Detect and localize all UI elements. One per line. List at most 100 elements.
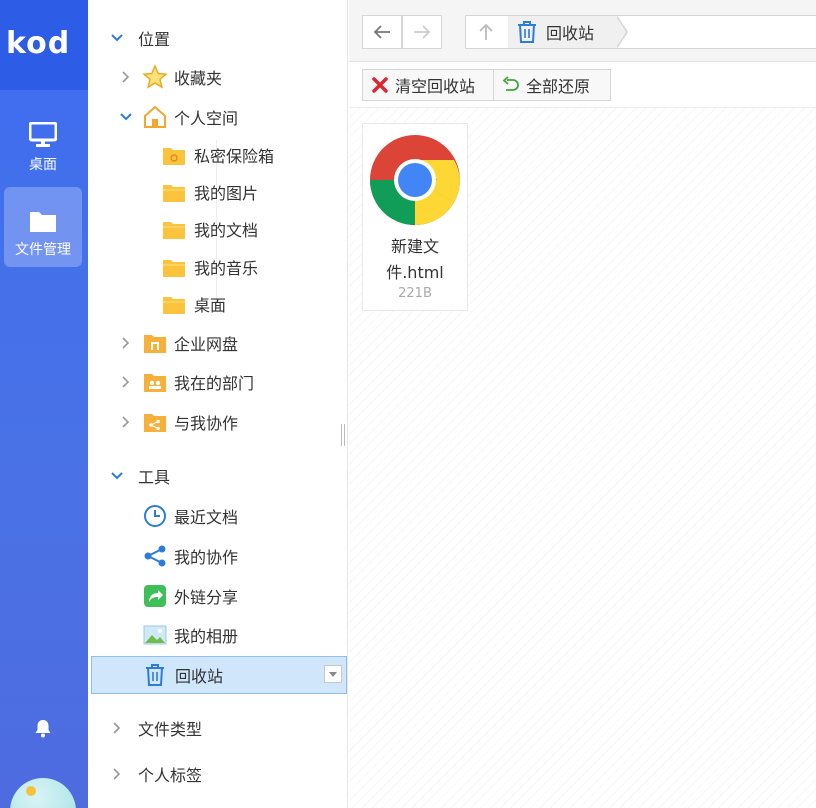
rail-item-label: 桌面 — [29, 157, 57, 173]
folder-tree: 位置 收藏夹 个人空间 私密保险箱 我的图片 我的文档 我的音乐 桌面 企业网盘… — [88, 0, 348, 808]
home-icon — [144, 105, 166, 128]
chevron-right-icon — [122, 416, 130, 428]
undo-icon — [502, 76, 519, 91]
tree-item-label: 私密保险箱 — [194, 147, 275, 166]
tree-item-external-share[interactable]: 外链分享 — [88, 578, 348, 614]
rail-item-file-manager[interactable]: 文件管理 — [4, 187, 82, 267]
chrome-icon — [369, 135, 461, 226]
chevron-right-icon — [122, 71, 130, 83]
folder-icon — [163, 222, 185, 239]
tree-item-my-album[interactable]: 我的相册 — [88, 617, 348, 653]
toolbar: 清空回收站 全部还原 — [349, 62, 816, 108]
restore-all-button[interactable]: 全部还原 — [493, 69, 611, 101]
tree-item-label: 我的相册 — [174, 627, 239, 646]
group-folder-icon — [144, 374, 166, 392]
folder-icon — [30, 212, 56, 232]
tree-item-my-documents[interactable]: 我的文档 — [88, 211, 348, 247]
clock-icon — [144, 505, 166, 527]
file-name: 新建文 件.html — [363, 234, 467, 286]
tree-item-label: 我的音乐 — [194, 259, 259, 278]
tree-item-label: 最近文档 — [174, 508, 239, 527]
trash-icon — [146, 664, 164, 686]
chevron-right-icon — [113, 722, 121, 734]
arrow-up-icon — [479, 23, 493, 40]
tree-item-my-music[interactable]: 我的音乐 — [88, 249, 348, 285]
forward-button[interactable] — [402, 15, 442, 49]
close-icon — [372, 77, 388, 93]
tree-item-personal-space[interactable]: 个人空间 — [88, 99, 348, 135]
section-label: 个人标签 — [138, 766, 203, 785]
chevron-right-icon — [122, 376, 130, 388]
folder-icon — [163, 260, 185, 277]
file-browser: 回收站 清空回收站 全部还原 新建文 件.html 221B — [349, 0, 816, 808]
breadcrumb-label: 回收站 — [546, 24, 595, 43]
up-button[interactable] — [466, 16, 506, 48]
arrow-right-icon — [414, 25, 431, 39]
avatar-sun — [26, 786, 36, 796]
chevron-down-icon — [111, 34, 123, 42]
panel-resize-handle[interactable] — [341, 424, 345, 446]
tree-item-recent-docs[interactable]: 最近文档 — [88, 498, 348, 534]
tree-item-enterprise-disk[interactable]: 企业网盘 — [88, 325, 348, 361]
section-label: 工具 — [138, 468, 171, 487]
breadcrumb: 回收站 — [465, 15, 816, 49]
trash-icon — [518, 21, 536, 43]
rail-item-desktop[interactable]: 桌面 — [4, 100, 82, 180]
item-menu-button[interactable] — [324, 665, 342, 683]
star-icon — [142, 64, 168, 89]
app-logo[interactable]: kod — [0, 0, 88, 90]
tree-section-location[interactable]: 位置 — [88, 20, 348, 56]
tree-item-label: 企业网盘 — [174, 335, 239, 354]
empty-recycle-bin-button[interactable]: 清空回收站 — [362, 69, 494, 101]
tree-item-my-department[interactable]: 我在的部门 — [88, 364, 348, 400]
button-label: 清空回收站 — [395, 77, 476, 96]
tree-item-label: 我的协作 — [174, 548, 239, 567]
share-folder-icon — [144, 414, 166, 432]
avatar[interactable] — [10, 778, 76, 808]
tree-item-recycle-bin[interactable]: 回收站 — [91, 656, 347, 694]
section-label: 位置 — [138, 30, 171, 49]
rail-item-label: 文件管理 — [15, 242, 71, 258]
tree-item-my-pictures[interactable]: 我的图片 — [88, 174, 348, 210]
share-link-icon — [144, 585, 166, 607]
breadcrumb-item-recycle-bin[interactable]: 回收站 — [508, 16, 616, 48]
file-item[interactable]: 新建文 件.html 221B — [362, 123, 468, 311]
bell-icon[interactable] — [34, 718, 52, 738]
app-rail: kod 桌面 文件管理 — [0, 0, 88, 808]
monitor-icon — [29, 122, 57, 147]
file-size: 221B — [398, 286, 432, 301]
share-nodes-icon — [144, 545, 166, 567]
vault-folder-icon — [163, 148, 185, 165]
tree-item-private-vault[interactable]: 私密保险箱 — [88, 137, 348, 173]
tree-item-label: 桌面 — [194, 296, 227, 315]
section-label: 文件类型 — [138, 720, 203, 739]
file-name-line: 件.html — [386, 263, 444, 282]
tree-section-tools[interactable]: 工具 — [88, 458, 348, 494]
tree-item-label: 与我协作 — [174, 414, 239, 433]
folder-icon — [163, 185, 185, 202]
tree-item-label: 我的文档 — [194, 221, 259, 240]
file-name-line: 新建文 — [390, 237, 439, 256]
tree-item-label: 回收站 — [175, 667, 224, 686]
address-bar: 回收站 — [349, 0, 816, 62]
back-button[interactable] — [362, 15, 402, 49]
chevron-right-icon — [122, 337, 130, 349]
tree-section-file-types[interactable]: 文件类型 — [88, 710, 348, 746]
tree-item-label: 个人空间 — [174, 109, 239, 128]
tree-section-personal-tags[interactable]: 个人标签 — [88, 756, 348, 792]
caret-down-icon — [329, 672, 337, 677]
tree-item-favorites[interactable]: 收藏夹 — [88, 59, 348, 95]
tree-item-label: 收藏夹 — [174, 69, 223, 88]
tree-item-my-collab[interactable]: 我的协作 — [88, 538, 348, 574]
arrow-left-icon — [373, 25, 390, 39]
tree-item-desktop[interactable]: 桌面 — [88, 286, 348, 322]
chevron-right-icon — [113, 768, 121, 780]
enterprise-folder-icon — [144, 335, 166, 353]
chevron-down-icon — [120, 113, 132, 121]
chevron-down-icon — [111, 472, 123, 480]
image-icon — [143, 625, 167, 645]
tree-item-collab-with-me[interactable]: 与我协作 — [88, 404, 348, 440]
crumb-arrow — [616, 16, 626, 48]
button-label: 全部还原 — [526, 77, 591, 96]
tree-item-label: 我在的部门 — [174, 374, 255, 393]
